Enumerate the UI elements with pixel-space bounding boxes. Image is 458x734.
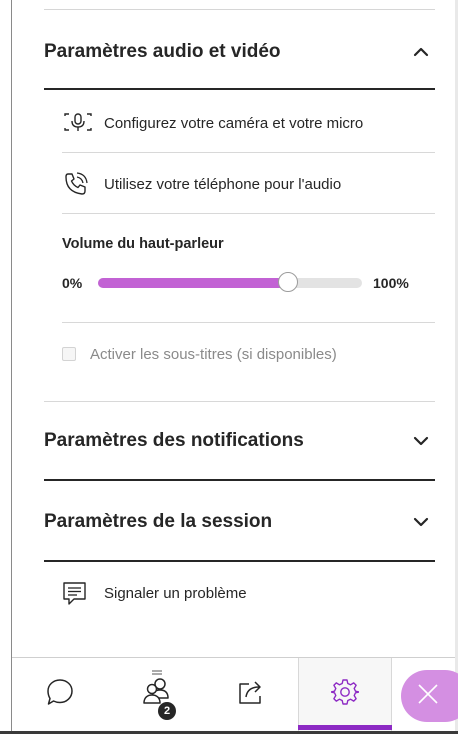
share-content-icon [236, 678, 268, 711]
chevron-down-icon [411, 512, 431, 532]
section-divider [44, 401, 435, 402]
camera-mic-icon [62, 109, 94, 137]
slider-fill [98, 278, 289, 288]
tab-settings[interactable] [298, 658, 392, 731]
row-divider [62, 213, 435, 214]
drag-handle-icon[interactable] [152, 663, 162, 675]
session-title: Paramètres de la session [44, 511, 273, 532]
phone-icon [62, 170, 94, 198]
volume-max-label: 100% [373, 275, 409, 291]
report-problem-label: Signaler un problème [104, 584, 247, 602]
tab-chat[interactable] [12, 658, 108, 731]
notifications-title: Paramètres des notifications [44, 430, 304, 451]
section-divider [44, 88, 435, 90]
captions-checkbox[interactable] [62, 347, 76, 361]
panel-left-border [11, 0, 12, 734]
audio-video-section-header[interactable]: Paramètres audio et vidéo [44, 26, 435, 78]
speaker-volume-label: Volume du haut-parleur [62, 236, 224, 252]
camera-mic-label: Configurez votre caméra et votre micro [104, 114, 364, 132]
tab-share-content[interactable] [206, 658, 298, 731]
chat-bubble-icon [45, 677, 75, 712]
session-section-header[interactable]: Paramètres de la session [44, 496, 435, 548]
row-divider [62, 152, 435, 153]
section-divider [44, 560, 435, 562]
speaker-volume-slider[interactable] [98, 272, 362, 292]
captions-label: Activer les sous-titres (si disponibles) [90, 345, 337, 363]
close-icon [417, 683, 439, 710]
audio-video-title: Paramètres audio et vidéo [44, 41, 281, 62]
chevron-down-icon [411, 431, 431, 451]
settings-panel: Paramètres audio et vidéo Configurez vot… [0, 0, 458, 734]
active-tab-indicator [298, 725, 392, 730]
camera-mic-setup-button[interactable]: Configurez votre caméra et votre micro [62, 103, 435, 143]
phone-audio-label: Utilisez votre téléphone pour l'audio [104, 175, 342, 193]
gear-icon [330, 678, 360, 711]
slider-thumb[interactable] [278, 272, 299, 292]
top-divider [44, 9, 435, 10]
report-message-icon [62, 579, 94, 607]
participants-count-badge: 2 [158, 702, 176, 720]
captions-option: Activer les sous-titres (si disponibles) [62, 340, 337, 368]
report-problem-button[interactable]: Signaler un problème [62, 573, 435, 613]
row-divider [62, 322, 435, 323]
notifications-section-header[interactable]: Paramètres des notifications [44, 415, 435, 467]
close-panel-button[interactable] [401, 670, 458, 722]
chevron-up-icon [411, 42, 431, 62]
volume-min-label: 0% [62, 275, 83, 291]
phone-audio-button[interactable]: Utilisez votre téléphone pour l'audio [62, 164, 435, 204]
section-divider [44, 479, 435, 481]
